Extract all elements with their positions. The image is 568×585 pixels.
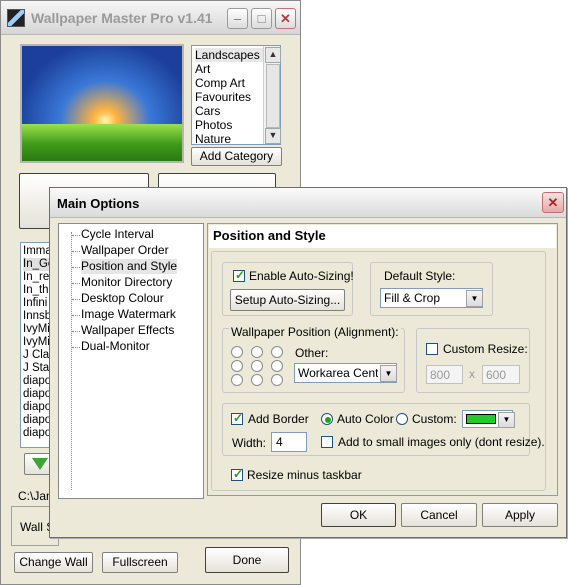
nav-position-and-style[interactable]: Position and Style [81,259,178,274]
resize-minus-taskbar-checkbox[interactable] [231,467,243,481]
custom-resize-label: Custom Resize: [443,342,528,356]
list-item[interactable]: Nature [195,132,265,146]
nav-monitor-directory[interactable]: Monitor Directory [81,275,172,290]
add-category-button[interactable]: Add Category [191,147,282,166]
ok-button[interactable]: OK [321,503,396,527]
enable-auto-sizing-label: Enable Auto-Sizing! [249,269,354,283]
dialog-title: Main Options [57,196,140,211]
chevron-down-icon[interactable]: ▼ [498,412,515,428]
chevron-down-icon[interactable]: ▼ [466,290,483,307]
default-style-value: Fill & Crop [384,291,441,305]
cancel-button[interactable]: Cancel [401,503,477,527]
resize-width-input[interactable]: 800 [426,365,463,384]
nav-dual-monitor[interactable]: Dual-Monitor [81,339,150,354]
fullscreen-button[interactable]: Fullscreen [102,552,178,573]
align-top-right-radio[interactable] [271,346,283,358]
custom-color-radio[interactable] [396,413,408,425]
chevron-down-icon[interactable]: ▼ [380,365,397,382]
category-list[interactable]: Landscapes Art Comp Art Favourites Cars … [191,45,281,146]
done-button[interactable]: Done [205,547,289,573]
resize-x-label: x [469,367,475,381]
align-middle-right-radio[interactable] [271,360,283,372]
border-color-picker[interactable]: ▼ [462,410,515,428]
panel-title: Position and Style [213,228,326,243]
custom-color-label: Custom: [412,412,457,426]
dialog-close-button[interactable]: ✕ [542,192,564,213]
main-options-dialog: Main Options ✕ Cycle Interval Wallpaper … [49,187,567,538]
auto-color-label: Auto Color [337,412,394,426]
list-item[interactable]: Cars [195,104,265,118]
resize-height-input[interactable]: 600 [482,365,520,384]
border-width-input[interactable]: 4 [271,432,307,452]
align-top-left-radio[interactable] [231,346,243,358]
other-position-value: Workarea Cente [298,366,378,380]
maximize-button[interactable]: □ [251,8,272,29]
align-center-radio[interactable] [251,360,263,372]
list-item[interactable]: Photos [195,118,265,132]
apply-button[interactable]: Apply [482,503,558,527]
small-images-label: Add to small images only (dont resize). [338,435,545,449]
width-label: Width: [232,436,267,450]
scroll-thumb[interactable] [266,64,280,128]
enable-auto-sizing-checkbox[interactable] [233,268,245,282]
category-scrollbar[interactable]: ▲ ▼ [263,46,281,144]
window-title: Wallpaper Master Pro v1.41 [31,10,213,26]
scroll-down-icon[interactable]: ▼ [265,128,281,144]
options-nav-tree: Cycle Interval Wallpaper Order Position … [58,223,204,499]
list-item[interactable]: Landscapes [195,48,265,62]
wallpaper-preview [20,44,184,163]
wallpaper-position-label: Wallpaper Position (Alignment): [229,325,401,339]
small-images-checkbox[interactable] [321,436,333,448]
other-position-select[interactable]: Workarea Cente ▼ [294,363,397,383]
nav-image-watermark[interactable]: Image Watermark [81,307,176,322]
down-arrow-icon [32,458,48,470]
list-item[interactable]: Favourites [195,90,265,104]
minimize-button[interactable]: – [227,8,248,29]
other-label: Other: [295,346,329,360]
align-middle-left-radio[interactable] [231,360,243,372]
color-swatch [466,414,496,424]
close-button[interactable]: ✕ [275,8,296,29]
add-border-label: Add Border [248,412,309,426]
auto-color-radio[interactable] [321,413,333,425]
scroll-up-icon[interactable]: ▲ [265,47,281,63]
setup-auto-sizing-button[interactable]: Setup Auto-Sizing... [230,289,345,311]
nav-cycle-interval[interactable]: Cycle Interval [81,227,154,242]
add-border-checkbox[interactable] [231,411,243,425]
nav-wallpaper-effects[interactable]: Wallpaper Effects [81,323,174,338]
default-style-select[interactable]: Fill & Crop ▼ [380,288,483,308]
list-item[interactable]: Art [195,62,265,76]
change-wall-button[interactable]: Change Wall [14,552,93,573]
app-icon [7,9,25,27]
title-bar: Wallpaper Master Pro v1.41 – □ ✕ [1,1,300,35]
align-top-center-radio[interactable] [251,346,263,358]
align-bottom-center-radio[interactable] [251,374,263,386]
nav-wallpaper-order[interactable]: Wallpaper Order [81,243,169,258]
nav-desktop-colour[interactable]: Desktop Colour [81,291,164,306]
resize-minus-taskbar-label: Resize minus taskbar [247,468,362,482]
default-style-label: Default Style: [384,269,456,283]
custom-resize-checkbox[interactable] [426,343,438,355]
dialog-title-bar: Main Options ✕ [50,188,566,218]
align-bottom-right-radio[interactable] [271,374,283,386]
align-bottom-left-radio[interactable] [231,374,243,386]
list-item[interactable]: Comp Art [195,76,265,90]
